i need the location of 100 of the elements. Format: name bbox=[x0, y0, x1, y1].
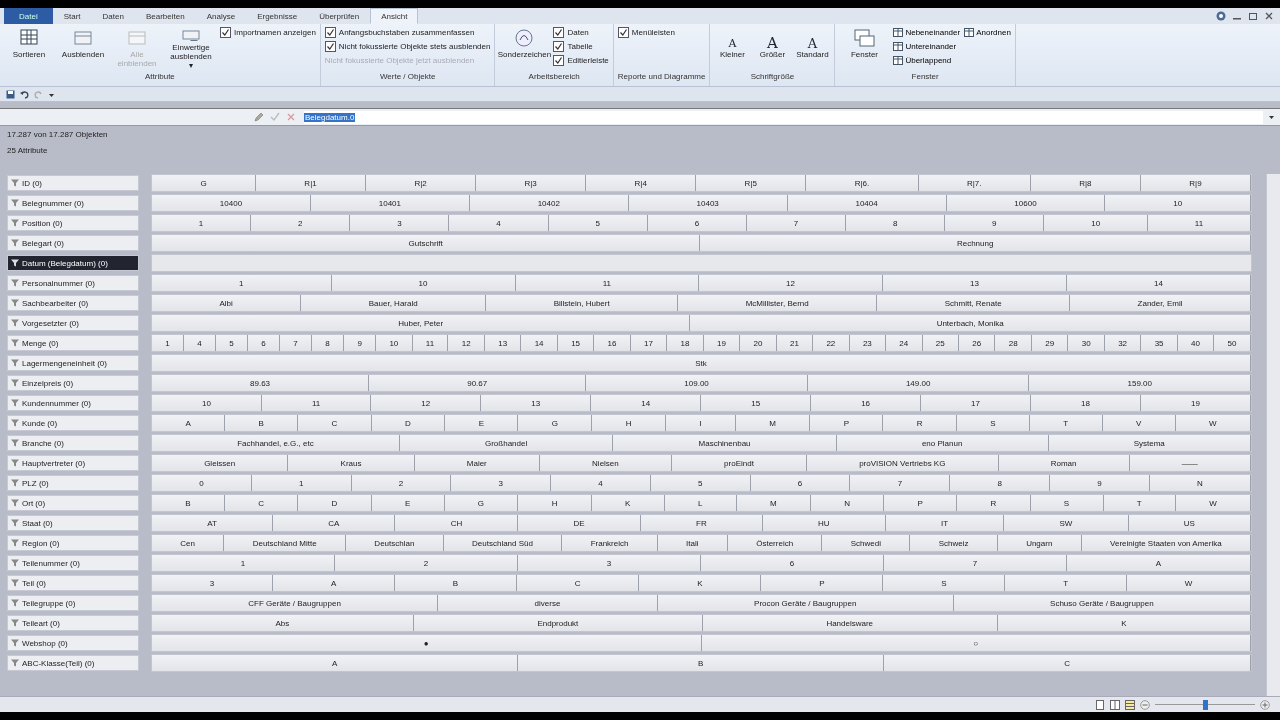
value-segment[interactable]: 13 bbox=[484, 335, 522, 351]
value-segment[interactable]: US bbox=[1128, 515, 1252, 531]
value-segment[interactable]: proEindt bbox=[671, 455, 807, 471]
split-view-icon[interactable] bbox=[1110, 699, 1120, 710]
value-segment[interactable]: 14 bbox=[591, 395, 702, 411]
value-segment[interactable]: AT bbox=[152, 515, 273, 531]
value-segment[interactable]: 23 bbox=[849, 335, 887, 351]
value-segment[interactable]: Albi bbox=[152, 295, 302, 311]
value-segment[interactable]: E bbox=[371, 495, 445, 511]
font-size-button[interactable]: A Standard bbox=[794, 26, 831, 72]
value-segment[interactable]: 2 bbox=[251, 215, 351, 231]
value-segment[interactable]: 32 bbox=[1104, 335, 1142, 351]
value-segment[interactable]: H bbox=[518, 495, 592, 511]
value-segment[interactable]: Schmitt, Renate bbox=[877, 295, 1071, 311]
attribute-label[interactable]: Belegnummer (0) bbox=[7, 195, 139, 211]
value-segment[interactable]: 25 bbox=[922, 335, 959, 351]
ribbon-button[interactable]: Fenster bbox=[839, 26, 890, 72]
value-segment[interactable]: B bbox=[152, 495, 225, 511]
value-segment[interactable]: 16 bbox=[811, 395, 922, 411]
value-segment[interactable]: 12 bbox=[371, 395, 482, 411]
value-segment[interactable]: Vereinigte Staaten von Amerika bbox=[1081, 535, 1251, 551]
value-segment[interactable]: 8 bbox=[846, 215, 946, 231]
value-segment[interactable]: A bbox=[273, 575, 396, 591]
value-segment[interactable]: 5 bbox=[650, 475, 751, 491]
value-segment[interactable]: Bauer, Harald bbox=[301, 295, 487, 311]
value-segment[interactable]: DE bbox=[518, 515, 641, 531]
ribbon-tab[interactable]: Bearbeiten bbox=[134, 8, 196, 24]
value-segment[interactable]: Unterbach, Monika bbox=[690, 315, 1251, 331]
value-segment[interactable]: 1 bbox=[152, 555, 335, 571]
value-segment[interactable]: C bbox=[884, 655, 1251, 671]
zoom-in-icon[interactable] bbox=[1260, 699, 1270, 710]
value-segment[interactable]: P bbox=[761, 575, 884, 591]
value-segment[interactable]: R|5 bbox=[696, 175, 807, 191]
value-segment[interactable]: C bbox=[298, 415, 372, 431]
value-segment[interactable]: 26 bbox=[959, 335, 996, 351]
value-segment[interactable]: 9 bbox=[1050, 475, 1150, 491]
attribute-label[interactable]: Region (0) bbox=[7, 535, 139, 551]
ribbon-button[interactable]: Nebeneinander bbox=[893, 26, 961, 39]
value-segment[interactable]: R bbox=[883, 415, 957, 431]
value-segment[interactable]: Schuso Geräte / Baugruppen bbox=[953, 595, 1252, 611]
value-segment[interactable]: C bbox=[517, 575, 640, 591]
value-segment[interactable]: W bbox=[1175, 495, 1252, 511]
ribbon-button[interactable]: Einwertige ausblenden ▾ bbox=[166, 26, 216, 72]
attribute-label[interactable]: PLZ (0) bbox=[7, 475, 139, 491]
value-segment[interactable]: 17 bbox=[630, 335, 668, 351]
value-segment[interactable]: R bbox=[957, 495, 1031, 511]
value-segment[interactable]: SW bbox=[1004, 515, 1129, 531]
value-segment[interactable]: K bbox=[591, 495, 665, 511]
value-segment[interactable]: 10 bbox=[331, 275, 516, 291]
value-segment[interactable]: diverse bbox=[438, 595, 658, 611]
value-segment[interactable]: B bbox=[225, 415, 299, 431]
value-segment[interactable]: B bbox=[518, 655, 885, 671]
value-segment[interactable]: 11 bbox=[515, 275, 699, 291]
ribbon-tab[interactable]: Überprüfen bbox=[308, 8, 371, 24]
value-segment[interactable]: 29 bbox=[1031, 335, 1069, 351]
attribute-label[interactable]: ID (0) bbox=[7, 175, 139, 191]
value-segment[interactable]: I bbox=[665, 415, 736, 431]
value-segment[interactable]: 40 bbox=[1177, 335, 1215, 351]
value-segment[interactable]: 10402 bbox=[469, 195, 629, 211]
value-segment[interactable]: Gleissen bbox=[152, 455, 289, 471]
value-segment[interactable]: R|7. bbox=[918, 175, 1031, 191]
ribbon-tab[interactable]: Start bbox=[52, 8, 92, 24]
value-segment[interactable]: CA bbox=[273, 515, 396, 531]
font-size-button[interactable]: A Kleiner bbox=[714, 26, 751, 72]
value-segment[interactable]: Schwedi bbox=[822, 535, 911, 551]
value-segment[interactable]: V bbox=[1102, 415, 1176, 431]
value-segment[interactable]: 4 bbox=[551, 475, 651, 491]
value-segment[interactable]: 89.63 bbox=[152, 375, 370, 391]
checkbox-option[interactable]: Tabelle bbox=[553, 40, 609, 53]
value-segment[interactable]: Cen bbox=[152, 535, 225, 551]
value-segment[interactable]: 6 bbox=[701, 555, 885, 571]
value-segment[interactable]: 13 bbox=[481, 395, 592, 411]
value-segment[interactable]: Huber, Peter bbox=[152, 315, 691, 331]
font-size-button[interactable]: A Größer bbox=[754, 26, 791, 72]
table-view-icon[interactable] bbox=[1125, 699, 1135, 710]
value-segment[interactable]: S bbox=[883, 575, 1006, 591]
attribute-label[interactable]: Teilenummer (0) bbox=[7, 555, 139, 571]
ribbon-button[interactable]: Anordnen bbox=[964, 26, 1011, 39]
attribute-label[interactable]: Vorgesetzter (0) bbox=[7, 315, 139, 331]
value-segment[interactable]: W bbox=[1126, 575, 1252, 591]
value-segment[interactable]: Gutschrift bbox=[152, 235, 701, 251]
value-segment[interactable]: 109.00 bbox=[586, 375, 808, 391]
attribute-label[interactable]: Teil (0) bbox=[7, 575, 139, 591]
attribute-label[interactable]: Kunde (0) bbox=[7, 415, 139, 431]
ribbon-tab[interactable]: Daten bbox=[91, 8, 135, 24]
scrollbar[interactable] bbox=[1266, 174, 1280, 696]
attribute-label[interactable]: Menge (0) bbox=[7, 335, 139, 351]
attribute-label[interactable]: Staat (0) bbox=[7, 515, 139, 531]
value-segment[interactable]: 3 bbox=[451, 475, 552, 491]
value-segment[interactable]: Deutschlan bbox=[346, 535, 444, 551]
value-segment[interactable]: 21 bbox=[776, 335, 814, 351]
value-segment[interactable]: FR bbox=[640, 515, 763, 531]
value-segment[interactable]: 149.00 bbox=[807, 375, 1030, 391]
value-segment[interactable]: H bbox=[592, 415, 666, 431]
value-segment[interactable]: 30 bbox=[1068, 335, 1105, 351]
value-segment[interactable]: McMillister, Bernd bbox=[678, 295, 878, 311]
value-segment[interactable]: 18 bbox=[1031, 395, 1141, 411]
attribute-label[interactable]: Datum (Belegdatum) (0) bbox=[7, 255, 139, 271]
value-segment[interactable]: 10400 bbox=[152, 195, 311, 211]
value-segment[interactable]: 11 bbox=[412, 335, 449, 351]
